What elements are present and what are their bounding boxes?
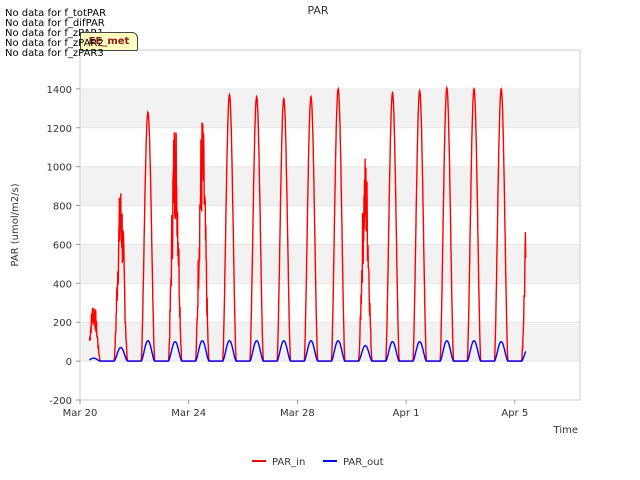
x-axis-label: Time — [553, 425, 578, 436]
chart-title: PAR — [307, 4, 328, 17]
x-tick-label: Mar 20 — [63, 408, 98, 419]
y-tick-label: -200 — [49, 396, 72, 407]
x-tick-label: Mar 24 — [171, 408, 206, 419]
y-axis-label: PAR (umol/m2/s) — [10, 183, 21, 266]
y-tick-label: 1400 — [47, 85, 72, 96]
legend: PAR_in PAR_out — [252, 457, 384, 468]
y-tick-label: 800 — [53, 202, 72, 213]
y-tick-label: 0 — [66, 357, 72, 368]
x-tick-label: Apr 5 — [501, 408, 528, 419]
no-data-message-zpar3: No data for f_zPAR3 — [5, 48, 104, 59]
legend-label-par-out: PAR_out — [343, 457, 384, 468]
y-tick-label: 200 — [53, 318, 72, 329]
y-tick-label: 1200 — [47, 124, 72, 135]
series-line-par-in — [88, 85, 527, 362]
x-tick-label: Mar 28 — [280, 408, 315, 419]
par-chart: PAR -200 0 200 400 600 800 1000 1200 1400 Mar 20… — [10, 4, 581, 468]
y-tick-label: 1000 — [47, 163, 72, 174]
y-tick-label: 400 — [53, 279, 72, 290]
x-tick-label: Apr 1 — [393, 408, 420, 419]
legend-label-par-in: PAR_in — [272, 457, 305, 468]
background-band — [80, 88, 580, 128]
y-tick-label: 600 — [53, 240, 72, 251]
